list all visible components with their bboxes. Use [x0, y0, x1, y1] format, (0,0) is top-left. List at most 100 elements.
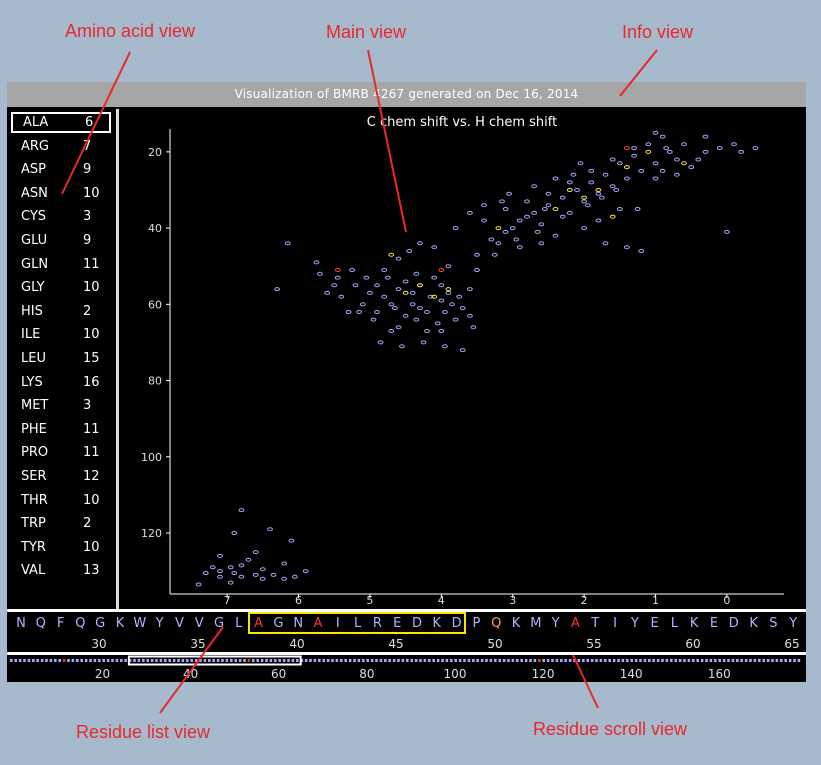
amino-acid-row-ala[interactable]: ALA 6 — [11, 112, 111, 133]
residue-letter[interactable]: Q — [487, 615, 505, 633]
highlighted-peak[interactable] — [495, 226, 502, 231]
peak[interactable] — [570, 172, 577, 177]
peak[interactable] — [616, 207, 623, 211]
peak[interactable] — [674, 157, 680, 162]
peak[interactable] — [638, 249, 645, 253]
peak[interactable] — [738, 149, 745, 154]
peak[interactable] — [238, 563, 245, 568]
residue-letter[interactable]: K — [111, 615, 129, 633]
peak[interactable] — [209, 565, 216, 570]
peak[interactable] — [424, 329, 430, 333]
residue-letter[interactable]: V — [170, 615, 188, 633]
peak[interactable] — [609, 184, 616, 189]
peak[interactable] — [481, 203, 488, 208]
peak[interactable] — [442, 310, 448, 314]
amino-acid-row-pro[interactable]: PRO 11 — [11, 442, 111, 463]
peak[interactable] — [499, 199, 505, 204]
peak[interactable] — [474, 252, 480, 257]
amino-acid-row-trp[interactable]: TRP 2 — [11, 513, 111, 534]
peak[interactable] — [406, 249, 413, 253]
peak[interactable] — [424, 310, 430, 314]
peak[interactable] — [392, 306, 398, 311]
peak[interactable] — [491, 252, 498, 257]
residue-letter[interactable]: G — [91, 615, 109, 633]
amino-acid-row-glu[interactable]: GLU 9 — [11, 230, 111, 251]
peak[interactable] — [541, 207, 548, 211]
peak[interactable] — [238, 574, 245, 579]
peak[interactable] — [488, 237, 495, 242]
peak[interactable] — [245, 557, 252, 562]
peak[interactable] — [588, 168, 595, 173]
peak[interactable] — [431, 245, 438, 250]
peak[interactable] — [384, 275, 391, 280]
peak[interactable] — [538, 241, 545, 246]
peak[interactable] — [534, 229, 541, 234]
peak[interactable] — [231, 571, 238, 575]
peak[interactable] — [452, 317, 459, 322]
peak[interactable] — [438, 329, 445, 333]
peak[interactable] — [652, 161, 659, 166]
amino-acid-row-phe[interactable]: PHE 11 — [11, 419, 111, 440]
peak[interactable] — [566, 180, 573, 185]
amino-acid-row-ser[interactable]: SER 12 — [11, 466, 111, 487]
residue-letter[interactable]: K — [745, 615, 763, 633]
residue-letter[interactable]: N — [289, 615, 307, 633]
peak[interactable] — [413, 271, 420, 276]
residue-letter[interactable]: K — [428, 615, 446, 633]
amino-acid-row-met[interactable]: MET 3 — [11, 395, 111, 416]
residue-letter[interactable]: Y — [151, 615, 169, 633]
peak[interactable] — [238, 508, 245, 513]
peak[interactable] — [624, 176, 630, 181]
peak[interactable] — [270, 572, 277, 577]
peak[interactable] — [367, 290, 373, 295]
peak[interactable] — [552, 233, 559, 238]
peak[interactable] — [381, 294, 388, 299]
peak[interactable] — [624, 245, 630, 250]
peak[interactable] — [434, 321, 441, 326]
peak[interactable] — [259, 567, 266, 572]
peak[interactable] — [431, 275, 438, 280]
peak[interactable] — [456, 294, 463, 299]
residue-letter[interactable]: K — [507, 615, 525, 633]
peak[interactable] — [666, 149, 673, 154]
residue-letter[interactable]: P — [467, 615, 485, 633]
peak[interactable] — [459, 306, 466, 311]
peak[interactable] — [752, 146, 759, 151]
residue-scroll-view[interactable]: 20 40 60 80 100 120 140 160 — [7, 655, 806, 682]
highlighted-peak[interactable] — [388, 252, 395, 257]
amino-acid-row-cys[interactable]: CYS 3 — [11, 206, 111, 227]
peak[interactable] — [467, 287, 473, 292]
peak[interactable] — [688, 165, 695, 170]
peak[interactable] — [438, 283, 445, 288]
residue-letter[interactable]: Y — [784, 615, 802, 633]
residue-letter[interactable]: V — [190, 615, 208, 633]
residue-letter[interactable]: I — [329, 615, 347, 633]
peak[interactable] — [631, 146, 637, 151]
residue-letter[interactable]: N — [12, 615, 30, 633]
peak[interactable] — [552, 176, 559, 181]
peak[interactable] — [442, 344, 448, 349]
peak[interactable] — [267, 527, 273, 532]
peak[interactable] — [281, 576, 288, 581]
highlighted-peak[interactable] — [552, 207, 559, 211]
peak[interactable] — [288, 538, 295, 543]
peak[interactable] — [231, 531, 238, 535]
peak[interactable] — [602, 172, 609, 177]
peak[interactable] — [659, 134, 666, 139]
peak[interactable] — [502, 207, 509, 211]
residue-scroll-track[interactable] — [7, 655, 806, 667]
peak[interactable] — [599, 195, 605, 200]
peak[interactable] — [370, 317, 377, 322]
peak[interactable] — [459, 348, 466, 353]
peak[interactable] — [402, 313, 409, 318]
amino-acid-row-his[interactable]: HIS 2 — [11, 301, 111, 322]
residue-letter[interactable]: Q — [32, 615, 50, 633]
peak[interactable] — [217, 553, 223, 558]
peak[interactable] — [588, 180, 595, 185]
peak[interactable] — [388, 302, 395, 307]
peak[interactable] — [356, 310, 363, 314]
peak[interactable] — [724, 229, 730, 234]
peak[interactable] — [227, 565, 234, 570]
highlighted-peak[interactable] — [417, 283, 423, 288]
peak[interactable] — [702, 134, 709, 139]
